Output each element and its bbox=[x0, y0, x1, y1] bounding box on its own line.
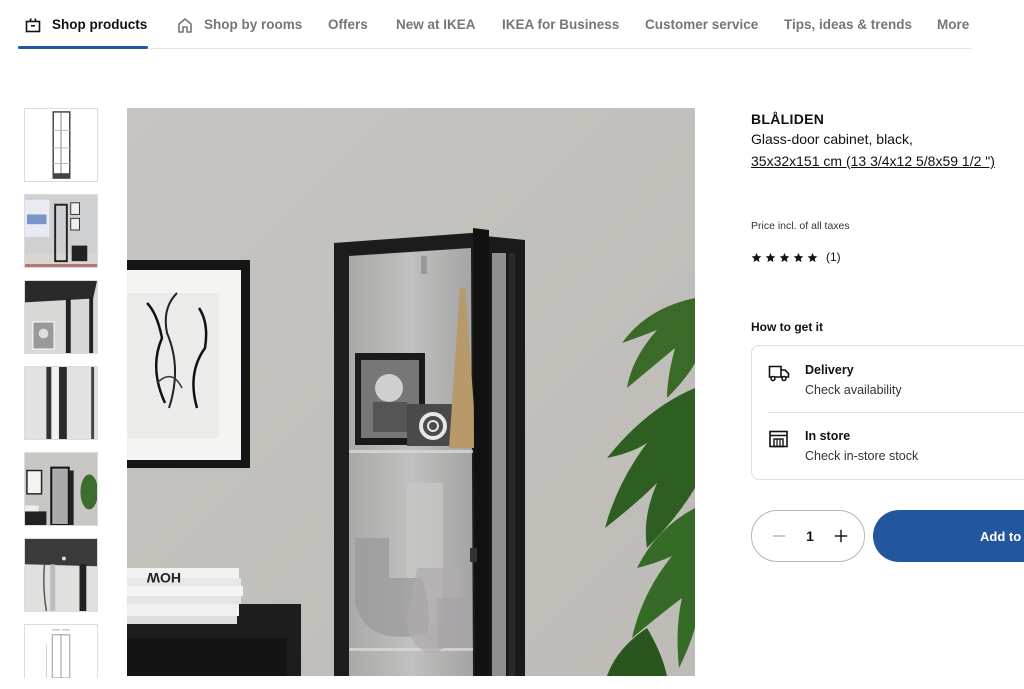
store-icon bbox=[769, 430, 788, 448]
thumbnail[interactable] bbox=[24, 280, 98, 354]
nav-item-new-at-ikea[interactable]: New at IKEA bbox=[396, 0, 476, 49]
product-photo: HOW bbox=[127, 108, 695, 676]
thumbnail[interactable] bbox=[24, 194, 98, 268]
product-info: BLÅLIDEN Glass-door cabinet, black, 35x3… bbox=[751, 110, 1024, 334]
product-name: BLÅLIDEN bbox=[751, 111, 825, 127]
active-tab-indicator bbox=[18, 46, 148, 49]
decrease-quantity-button[interactable] bbox=[770, 527, 788, 545]
rating[interactable]: (1) bbox=[751, 250, 841, 264]
increase-quantity-button[interactable] bbox=[832, 527, 850, 545]
in-store-option[interactable]: In store Check in-store stock bbox=[752, 412, 1024, 476]
nav-label: Offers bbox=[328, 17, 368, 32]
svg-text:HOW: HOW bbox=[146, 570, 181, 586]
rating-count: (1) bbox=[826, 250, 841, 264]
price-note: Price incl. of all taxes bbox=[751, 220, 850, 232]
nav-item-customer-service[interactable]: Customer service bbox=[645, 0, 758, 49]
nav-label: Tips, ideas & trends bbox=[784, 17, 913, 32]
thumbnail[interactable] bbox=[24, 108, 98, 182]
product-dimensions-link[interactable]: 35x32x151 cm (13 3/4x12 5/8x59 1/2 ") bbox=[751, 150, 1024, 172]
nav-item-tips-ideas-trends[interactable]: Tips, ideas & trends bbox=[784, 0, 912, 49]
product-description: Glass-door cabinet, black, bbox=[751, 131, 913, 147]
star-icon bbox=[793, 252, 804, 262]
nav-label: Shop products bbox=[52, 17, 148, 32]
home-icon bbox=[176, 16, 194, 34]
minus-icon bbox=[772, 535, 786, 537]
nav-label: More bbox=[937, 17, 970, 32]
nav-item-ikea-for-business[interactable]: IKEA for Business bbox=[502, 0, 619, 49]
how-to-get-box: Delivery Check availability In store Che… bbox=[751, 345, 1024, 480]
thumbnail[interactable] bbox=[24, 452, 98, 526]
nav-item-shop-by-rooms[interactable]: Shop by rooms bbox=[176, 0, 302, 49]
nav-label: New at IKEA bbox=[396, 17, 476, 32]
thumbnail[interactable] bbox=[24, 538, 98, 612]
nav-item-offers[interactable]: Offers bbox=[328, 0, 368, 49]
add-to-bag-button[interactable]: Add to bbox=[873, 510, 1024, 562]
rating-stars bbox=[751, 252, 818, 263]
plus-icon bbox=[834, 529, 848, 543]
in-store-title: In store bbox=[805, 429, 851, 443]
main-nav: Shop products Shop by rooms Offers New a… bbox=[18, 0, 972, 49]
delivery-subtitle: Check availability bbox=[805, 383, 902, 397]
how-to-get-title: How to get it bbox=[751, 320, 823, 334]
star-icon bbox=[751, 252, 762, 262]
delivery-title: Delivery bbox=[805, 363, 854, 377]
nav-label: Customer service bbox=[645, 17, 759, 32]
nav-item-more[interactable]: More bbox=[937, 0, 969, 49]
truck-icon bbox=[768, 365, 790, 382]
thumbnail[interactable] bbox=[24, 366, 98, 440]
quantity-input[interactable] bbox=[800, 528, 820, 544]
nav-label: IKEA for Business bbox=[502, 17, 620, 32]
nav-item-shop-products[interactable]: Shop products bbox=[24, 0, 147, 49]
nav-label: Shop by rooms bbox=[204, 17, 303, 32]
star-icon bbox=[807, 252, 818, 262]
shop-bag-icon bbox=[24, 16, 42, 34]
thumbnail[interactable] bbox=[24, 624, 98, 678]
star-icon bbox=[765, 252, 776, 262]
in-store-subtitle: Check in-store stock bbox=[805, 449, 919, 463]
main-product-image[interactable]: HOW bbox=[127, 108, 695, 676]
quantity-stepper bbox=[751, 510, 865, 562]
delivery-option[interactable]: Delivery Check availability bbox=[752, 346, 1024, 410]
star-icon bbox=[779, 252, 790, 262]
